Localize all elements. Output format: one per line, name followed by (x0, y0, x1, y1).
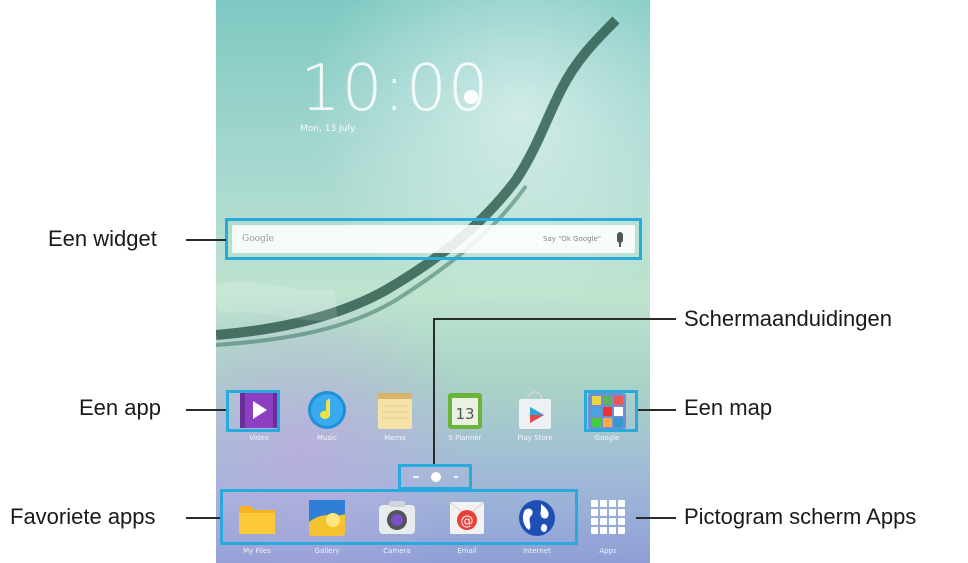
globe-icon (519, 500, 555, 536)
dock-apps-button[interactable] (586, 496, 630, 540)
folder-highlight-box (584, 390, 638, 432)
leader-line-folder (638, 409, 676, 411)
dock-my-files[interactable] (235, 496, 279, 540)
microphone-icon[interactable] (617, 232, 623, 247)
callout-indicators: Schermaanduidingen (684, 306, 892, 331)
memo-notepad-icon (378, 393, 412, 429)
date-label: Mon, 13 July (300, 124, 356, 134)
page-add-indicator-icon[interactable] (454, 476, 458, 478)
dock-label-apps: Apps (599, 547, 617, 555)
app-s-planner[interactable]: 13 (443, 389, 487, 433)
folder-icon (239, 506, 275, 534)
app-label-play-store: Play Store (517, 434, 553, 442)
dock-label-camera: Camera (383, 547, 411, 555)
leader-line-widget (186, 239, 226, 241)
home-indicator-icon[interactable] (413, 476, 419, 478)
dock-camera[interactable] (375, 496, 419, 540)
dock-label-gallery: Gallery (314, 547, 340, 555)
dock-internet[interactable] (515, 496, 559, 540)
app-play-store[interactable] (513, 389, 557, 433)
search-field[interactable]: Google Say "Ok Google" (232, 225, 635, 253)
app-label-memo: Memo (384, 434, 406, 442)
calendar-icon: 13 (448, 393, 482, 429)
callout-folder: Een map (684, 395, 773, 420)
app-label-music: Music (317, 434, 337, 442)
gallery-icon (309, 500, 345, 536)
app-label-video: Video (249, 434, 269, 442)
email-icon: @ (449, 501, 485, 534)
app-highlight-box (226, 390, 280, 432)
weather-icon[interactable] (464, 90, 478, 104)
leader-line-indicators-vertical (433, 318, 435, 464)
google-search-widget[interactable]: Google Say "Ok Google" (225, 218, 642, 260)
dock-label-internet: Internet (523, 547, 551, 555)
music-note-icon (308, 391, 346, 429)
apps-grid-icon (586, 496, 630, 540)
dock-label-email: Email (457, 547, 477, 555)
google-logo-text: Google (242, 234, 274, 244)
app-label-google: Google (594, 434, 620, 442)
svg-text:@: @ (461, 514, 474, 529)
dock-gallery[interactable] (305, 496, 349, 540)
callout-app: Een app (79, 395, 161, 420)
voice-hint: Say "Ok Google" (542, 235, 601, 243)
callout-favorites: Favoriete apps (10, 504, 156, 529)
callout-apps-screen-icon: Pictogram scherm Apps (684, 504, 917, 529)
leader-line-indicators (434, 318, 676, 320)
camera-icon (379, 501, 415, 534)
leader-line-favorites (186, 517, 220, 519)
home-screen: 10:00 Mon, 13 July Google Say "Ok Google… (216, 0, 650, 563)
app-memo[interactable] (373, 389, 417, 433)
app-music[interactable] (305, 389, 349, 433)
page-indicators[interactable] (398, 464, 472, 490)
page-dot-active[interactable] (431, 472, 441, 482)
clock-widget[interactable]: 10:00 (300, 52, 489, 126)
dock-email[interactable]: @ (445, 496, 489, 540)
dock-label-my-files: My Files (243, 547, 271, 555)
leader-line-apps-screen (636, 517, 676, 519)
svg-text:13: 13 (455, 405, 474, 423)
leader-line-app (186, 409, 226, 411)
app-label-s-planner: S Planner (448, 434, 482, 442)
callout-widget: Een widget (48, 226, 157, 251)
play-store-icon (519, 391, 551, 429)
